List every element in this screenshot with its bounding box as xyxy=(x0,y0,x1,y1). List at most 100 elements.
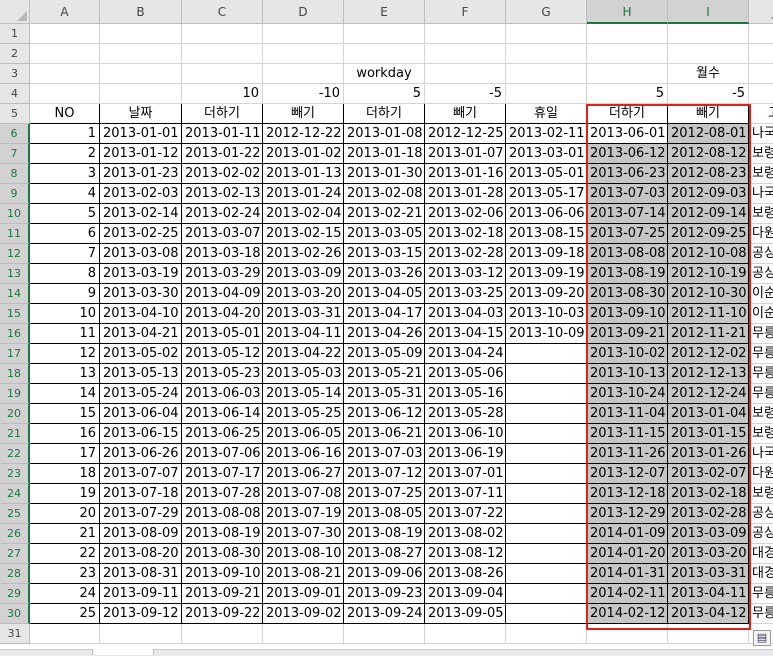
row-header[interactable]: 26 xyxy=(0,524,30,544)
cell-wd-add[interactable]: 2013-07-12 xyxy=(344,464,425,484)
cell-add10[interactable]: 2013-02-13 xyxy=(182,184,263,204)
cell-m-sub[interactable]: 2013-01-15 xyxy=(668,424,749,444)
param-e[interactable]: 5 xyxy=(344,84,425,104)
cell-sub10[interactable]: 2013-02-15 xyxy=(263,224,344,244)
row-header[interactable]: 10 xyxy=(0,204,30,224)
cell-wd-add[interactable]: 2013-06-21 xyxy=(344,424,425,444)
cell-holiday[interactable]: 2013-05-01 xyxy=(506,164,587,184)
cell-wd-sub[interactable]: 2013-09-04 xyxy=(425,584,506,604)
cell-add10[interactable]: 2013-05-23 xyxy=(182,364,263,384)
cell-wd-sub[interactable]: 2013-07-22 xyxy=(425,504,506,524)
cell[interactable] xyxy=(506,24,587,44)
header-b[interactable]: 날짜 xyxy=(100,104,182,124)
cell-m-sub[interactable]: 2012-08-01 xyxy=(668,124,749,144)
cell-sub10[interactable]: 2013-09-02 xyxy=(263,604,344,624)
cell-m-add[interactable]: 2014-01-31 xyxy=(587,564,668,584)
cell-m-sub[interactable]: 2012-11-10 xyxy=(668,304,749,324)
cell-sub10[interactable]: 2013-05-03 xyxy=(263,364,344,384)
cell-add10[interactable]: 2013-07-17 xyxy=(182,464,263,484)
cell-m-add[interactable]: 2013-06-23 xyxy=(587,164,668,184)
cell-note[interactable]: 나국 xyxy=(749,184,773,204)
cell-sub10[interactable]: 2013-05-25 xyxy=(263,404,344,424)
cell-sub10[interactable]: 2013-03-31 xyxy=(263,304,344,324)
cell-wd-add[interactable]: 2013-02-08 xyxy=(344,184,425,204)
cell[interactable] xyxy=(668,624,749,644)
cell-holiday[interactable]: 2013-09-19 xyxy=(506,264,587,284)
cell[interactable] xyxy=(749,24,773,44)
cell-date[interactable]: 2013-01-23 xyxy=(100,164,182,184)
cell-note[interactable]: 나국 xyxy=(749,124,773,144)
cell-add10[interactable]: 2013-08-19 xyxy=(182,524,263,544)
row-header[interactable]: 31 xyxy=(0,624,30,644)
cell-note[interactable]: 이순 xyxy=(749,284,773,304)
cell-no[interactable]: 16 xyxy=(30,424,100,444)
cell-wd-sub[interactable]: 2013-03-25 xyxy=(425,284,506,304)
cell-m-add[interactable]: 2013-08-30 xyxy=(587,284,668,304)
cell-wd-sub[interactable]: 2013-01-07 xyxy=(425,144,506,164)
cell-sub10[interactable]: 2013-08-21 xyxy=(263,564,344,584)
cell-sub10[interactable]: 2013-04-22 xyxy=(263,344,344,364)
cell-date[interactable]: 2013-09-11 xyxy=(100,584,182,604)
cell-note[interactable]: 대경 xyxy=(749,564,773,584)
cell-no[interactable]: 24 xyxy=(30,584,100,604)
cell-note[interactable]: 무릉 xyxy=(749,384,773,404)
cell-m-add[interactable]: 2013-08-19 xyxy=(587,264,668,284)
cell-m-add[interactable]: 2013-11-04 xyxy=(587,404,668,424)
cell-wd-sub[interactable]: 2013-09-05 xyxy=(425,604,506,624)
cell-m-sub[interactable]: 2012-09-14 xyxy=(668,204,749,224)
cell-holiday[interactable] xyxy=(506,524,587,544)
cell[interactable] xyxy=(30,24,100,44)
cell-date[interactable]: 2013-05-24 xyxy=(100,384,182,404)
cell-sub10[interactable]: 2013-01-13 xyxy=(263,164,344,184)
cell-m-add[interactable]: 2013-12-18 xyxy=(587,484,668,504)
column-header-c[interactable]: C xyxy=(182,0,263,24)
param-i[interactable]: -5 xyxy=(668,84,749,104)
cell-wd-sub[interactable]: 2013-01-16 xyxy=(425,164,506,184)
cell-m-sub[interactable]: 2013-01-26 xyxy=(668,444,749,464)
cell-sub10[interactable]: 2013-06-05 xyxy=(263,424,344,444)
row-header[interactable]: 9 xyxy=(0,184,30,204)
cell-date[interactable]: 2013-03-08 xyxy=(100,244,182,264)
cell-wd-sub[interactable]: 2013-08-26 xyxy=(425,564,506,584)
cell[interactable] xyxy=(263,24,344,44)
cell[interactable] xyxy=(425,64,506,84)
cell-no[interactable]: 10 xyxy=(30,304,100,324)
header-i[interactable]: 빼기 xyxy=(668,104,749,124)
cell-wd-sub[interactable]: 2013-02-18 xyxy=(425,224,506,244)
cell-wd-sub[interactable]: 2013-06-10 xyxy=(425,424,506,444)
cell[interactable] xyxy=(344,624,425,644)
cell-note[interactable]: 대경 xyxy=(749,544,773,564)
cell-date[interactable]: 2013-06-04 xyxy=(100,404,182,424)
cell[interactable] xyxy=(344,24,425,44)
cell-m-add[interactable]: 2014-01-20 xyxy=(587,544,668,564)
cell-add10[interactable]: 2013-05-01 xyxy=(182,324,263,344)
cell-holiday[interactable] xyxy=(506,424,587,444)
cell-date[interactable]: 2013-06-15 xyxy=(100,424,182,444)
cell-note[interactable]: 무릉 xyxy=(749,604,773,624)
cell-m-add[interactable]: 2014-02-11 xyxy=(587,584,668,604)
row-header[interactable]: 24 xyxy=(0,484,30,504)
cell-holiday[interactable] xyxy=(506,464,587,484)
cell[interactable] xyxy=(506,624,587,644)
cell-add10[interactable]: 2013-04-09 xyxy=(182,284,263,304)
cell-date[interactable]: 2013-07-07 xyxy=(100,464,182,484)
row-header[interactable]: 25 xyxy=(0,504,30,524)
cell-add10[interactable]: 2013-05-12 xyxy=(182,344,263,364)
paste-options-icon[interactable]: ▤ xyxy=(753,630,771,646)
cell-wd-add[interactable]: 2013-09-24 xyxy=(344,604,425,624)
cell-add10[interactable]: 2013-02-24 xyxy=(182,204,263,224)
cell-holiday[interactable]: 2013-06-06 xyxy=(506,204,587,224)
header-h[interactable]: 더하기 xyxy=(587,104,668,124)
cell-add10[interactable]: 2013-09-21 xyxy=(182,584,263,604)
cell-wd-add[interactable]: 2013-04-05 xyxy=(344,284,425,304)
cell-sub10[interactable]: 2013-07-08 xyxy=(263,484,344,504)
column-header-j[interactable]: J xyxy=(749,0,773,24)
cell-m-sub[interactable]: 2013-02-07 xyxy=(668,464,749,484)
cell[interactable] xyxy=(587,64,668,84)
cell-no[interactable]: 23 xyxy=(30,564,100,584)
cell-note[interactable]: 공싱 xyxy=(749,244,773,264)
cell-no[interactable]: 18 xyxy=(30,464,100,484)
cell-add10[interactable]: 2013-06-25 xyxy=(182,424,263,444)
cell-m-sub[interactable]: 2013-02-18 xyxy=(668,484,749,504)
cell-no[interactable]: 7 xyxy=(30,244,100,264)
